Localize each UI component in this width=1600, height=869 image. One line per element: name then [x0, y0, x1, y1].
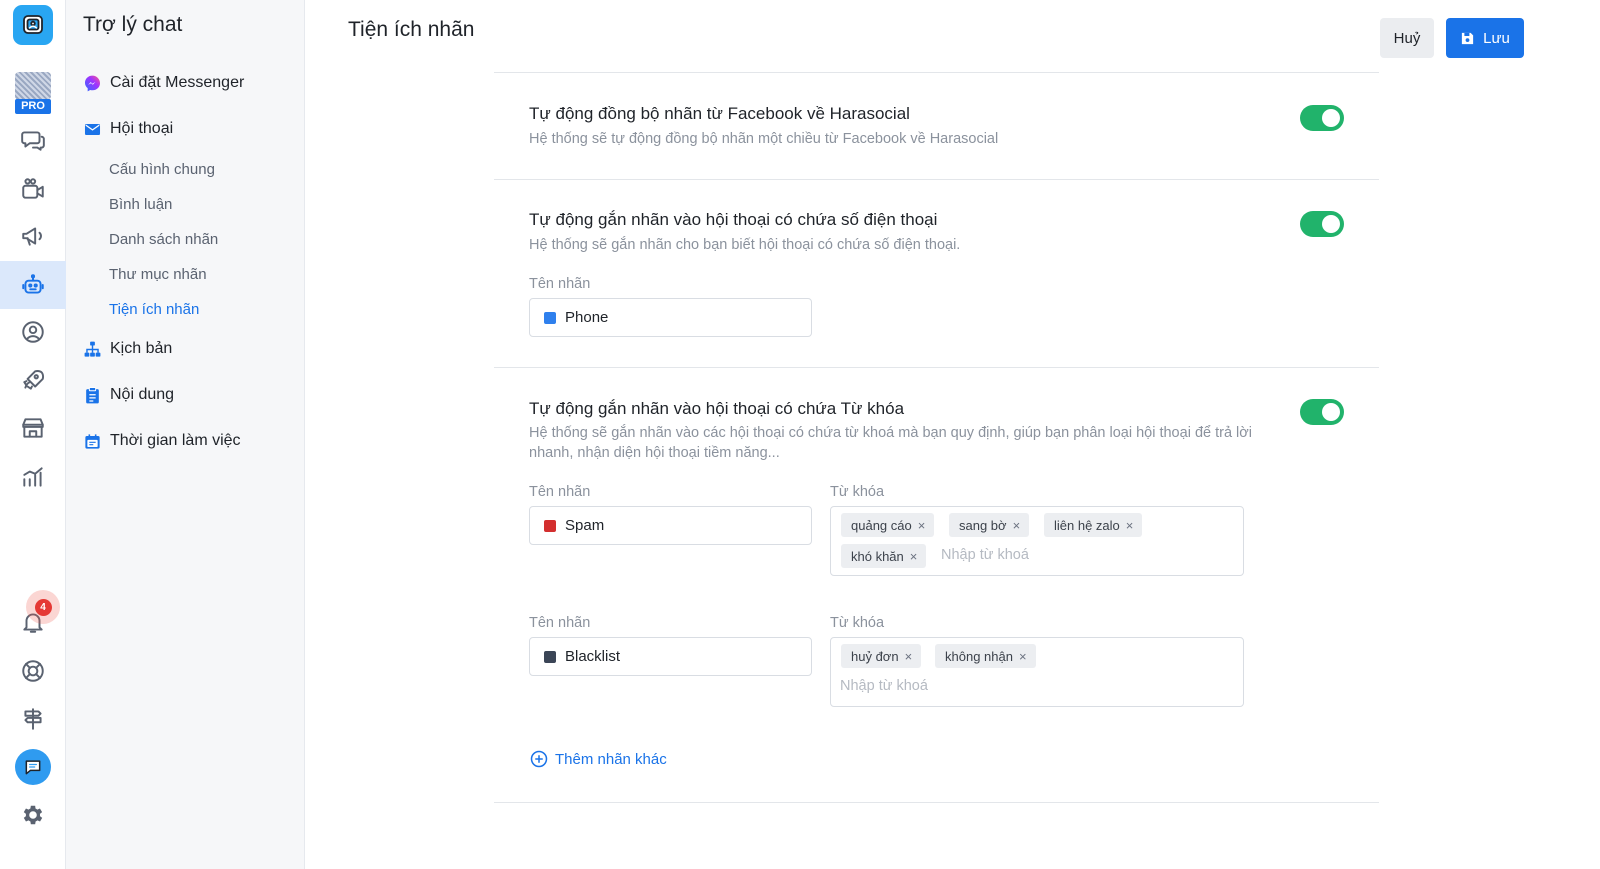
label-color-swatch [544, 311, 556, 324]
divider [494, 179, 1379, 180]
section-keyword-title: Tự động gắn nhãn vào hội thoại có chứa T… [529, 399, 905, 418]
sidebar-subitem-general-config[interactable]: Cấu hình chung [109, 161, 215, 178]
add-another-label-text: Thêm nhãn khác [555, 750, 667, 768]
rail-reports-chart-icon[interactable] [0, 453, 66, 501]
rail-customers-icon[interactable] [0, 308, 66, 356]
shop-avatar-image [15, 72, 51, 100]
sidebar-item-label: Cài đặt Messenger [110, 74, 245, 91]
rail-live-chat-icon[interactable] [15, 749, 51, 785]
keyword-label-toggle[interactable] [1300, 399, 1344, 425]
section-sync-title: Tự động đồng bộ nhãn từ Facebook về Hara… [529, 104, 910, 123]
keyword-tag: khó khăn × [841, 544, 927, 568]
rail-livestream-icon[interactable] [0, 165, 66, 213]
app-logo-icon[interactable] [13, 5, 53, 45]
sidebar-item-label: Nội dung [110, 386, 175, 403]
spam-label-select[interactable]: Spam [529, 506, 812, 545]
shop-avatar[interactable]: PRO [15, 72, 51, 116]
chat-assistant-sidebar: Trợ lý chat Cài đặt Messenger Hội thoại … [66, 0, 305, 869]
sidebar-item-working-time[interactable]: Thời gian làm việc [82, 431, 241, 451]
spam-keywords-input[interactable]: quảng cáo × sang bờ × liên hệ zalo × khó kh… [830, 506, 1244, 576]
rail-conversations-icon[interactable] [0, 116, 66, 164]
remove-keyword-icon[interactable]: × [905, 649, 913, 664]
label-color-swatch [544, 519, 556, 532]
blacklist-label-select[interactable]: Blacklist [529, 637, 812, 676]
phone-label-select[interactable]: Phone [529, 298, 812, 337]
save-button-label: Lưu [1483, 29, 1510, 47]
plus-circle-icon [530, 750, 548, 768]
floppy-disk-icon [1462, 32, 1474, 44]
keyword-tag: sang bờ × [949, 513, 1030, 537]
rail-chat-assistant-robot-icon[interactable] [0, 261, 66, 309]
label-color-swatch [544, 650, 556, 663]
remove-keyword-icon[interactable]: × [1013, 518, 1021, 533]
section-sync-desc: Hệ thống sẽ tự động đồng bộ nhãn một chi… [529, 131, 999, 147]
label-name-field-label: Tên nhãn [529, 484, 591, 500]
keyword-placeholder[interactable]: Nhập từ khoá [840, 678, 928, 694]
messenger-icon [82, 73, 102, 93]
rail-signpost-icon[interactable] [0, 695, 66, 743]
remove-keyword-icon[interactable]: × [918, 518, 926, 533]
label-name-field-label: Tên nhãn [529, 276, 591, 292]
sidebar-item-label: Thời gian làm việc [110, 432, 241, 449]
remove-keyword-icon[interactable]: × [1126, 518, 1134, 533]
section-phone-desc: Hệ thống sẽ gắn nhãn cho bạn biết hội th… [529, 237, 961, 253]
rail-rocket-icon[interactable] [0, 356, 66, 404]
section-keyword-desc-line2: nhanh, nhận diện hội thoại tiềm năng... [529, 445, 780, 461]
clipboard-icon [82, 385, 102, 405]
blacklist-keywords-input[interactable]: huỷ đơn × không nhận × Nhập từ khoá [830, 637, 1244, 707]
rail-support-lifebuoy-icon[interactable] [0, 647, 66, 695]
cancel-button[interactable]: Huỷ [1380, 18, 1434, 58]
sync-facebook-labels-toggle[interactable] [1300, 105, 1344, 131]
keyword-field-label: Từ khóa [830, 484, 885, 500]
remove-keyword-icon[interactable]: × [1019, 649, 1027, 664]
remove-keyword-icon[interactable]: × [910, 549, 918, 564]
divider [494, 72, 1379, 73]
keyword-field-label: Từ khóa [830, 615, 885, 631]
section-phone-title: Tự động gắn nhãn vào hội thoại có chứa s… [529, 210, 938, 229]
sidebar-subitem-label-folders[interactable]: Thư mục nhãn [109, 266, 207, 283]
notification-badge: 4 [26, 590, 60, 624]
rail-campaign-megaphone-icon[interactable] [0, 212, 66, 260]
sidebar-subitem-comments[interactable]: Bình luận [109, 196, 172, 213]
sidebar-title: Trợ lý chat [83, 13, 183, 36]
calendar-icon [82, 431, 102, 451]
envelope-icon [82, 119, 102, 139]
pro-badge: PRO [15, 99, 51, 114]
keyword-placeholder[interactable]: Nhập từ khoá [941, 547, 1029, 563]
label-value: Spam [565, 517, 605, 534]
sidebar-item-label: Hội thoại [110, 120, 174, 137]
section-keyword-desc-line1: Hệ thống sẽ gắn nhãn vào các hội thoại c… [529, 425, 1252, 441]
sidebar-item-script[interactable]: Kịch bản [82, 339, 172, 359]
sidebar-subitem-label-utilities[interactable]: Tiện ích nhãn [109, 301, 199, 318]
sidebar-item-messenger-settings[interactable]: Cài đặt Messenger [82, 73, 244, 93]
label-value: Blacklist [565, 648, 621, 665]
keyword-tag: quảng cáo × [841, 513, 935, 537]
sidebar-item-conversation[interactable]: Hội thoại [82, 119, 173, 139]
sidebar-item-label: Kịch bản [110, 340, 173, 357]
add-another-label-button[interactable]: Thêm nhãn khác [529, 749, 667, 769]
icon-rail: PRO 4 [0, 0, 66, 869]
rail-store-icon[interactable] [0, 404, 66, 452]
sidebar-subitem-label-list[interactable]: Danh sách nhãn [109, 231, 218, 248]
save-button[interactable]: Lưu [1446, 18, 1524, 58]
rail-settings-gear-icon[interactable] [0, 791, 66, 839]
keyword-tag: liên hệ zalo × [1044, 513, 1143, 537]
label-name-field-label: Tên nhãn [529, 615, 591, 631]
phone-label-toggle[interactable] [1300, 211, 1344, 237]
sitemap-icon [82, 339, 102, 359]
sidebar-item-content[interactable]: Nội dung [82, 385, 174, 405]
cancel-button-label: Huỷ [1393, 29, 1421, 47]
divider [494, 367, 1379, 368]
page-title: Tiện ích nhãn [348, 18, 475, 41]
keyword-tag: không nhận × [935, 644, 1036, 668]
label-value: Phone [565, 309, 609, 326]
keyword-tag: huỷ đơn × [841, 644, 922, 668]
divider [494, 802, 1379, 803]
